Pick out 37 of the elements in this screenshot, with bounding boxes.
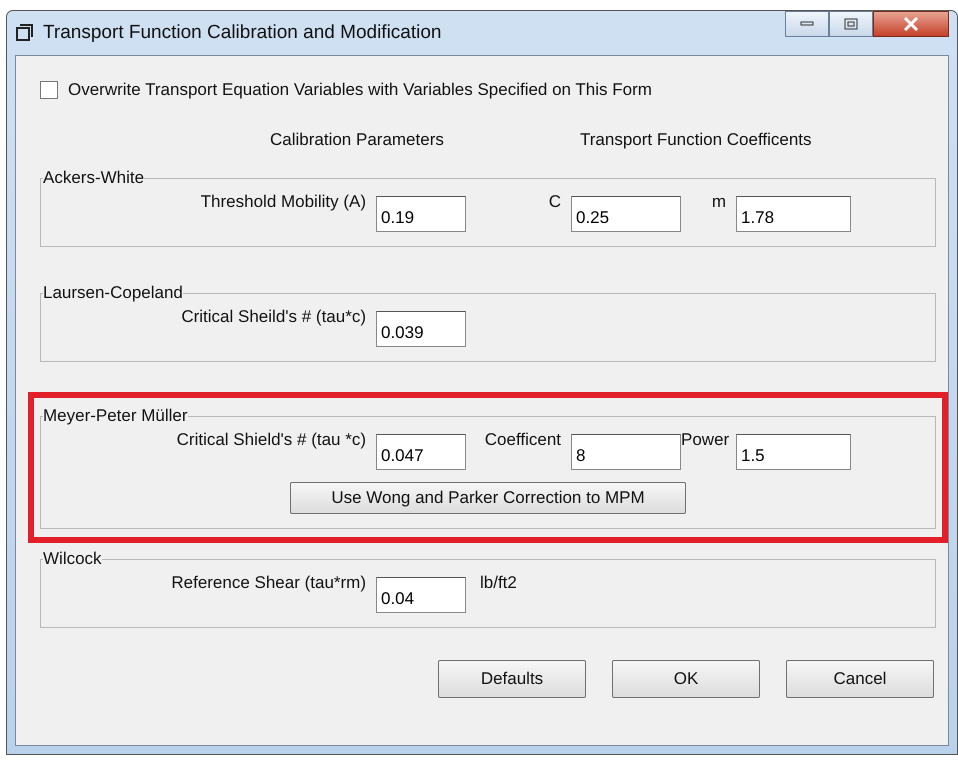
- maximize-button[interactable]: [829, 11, 873, 37]
- close-button[interactable]: [873, 11, 949, 37]
- input-field[interactable]: 8: [571, 434, 681, 470]
- group-title: Wilcock: [43, 549, 102, 569]
- correction-button[interactable]: Use Wong and Parker Correction to MPM: [290, 482, 686, 514]
- field-label: Power: [681, 430, 730, 450]
- checkbox-label: Overwrite Transport Equation Variables with Variables Specified on This Form: [68, 80, 652, 100]
- group-title: Meyer-Peter Müller: [43, 406, 188, 426]
- input-field[interactable]: 0.19: [376, 196, 466, 232]
- unit-label: lb/ft2: [479, 573, 518, 593]
- input-field[interactable]: 0.039: [376, 311, 466, 347]
- window-icon: [15, 24, 35, 42]
- dialog-button[interactable]: Cancel: [786, 660, 934, 698]
- field-label: Reference Shear (tau*rm): [170, 573, 367, 593]
- field-label: C: [548, 192, 562, 212]
- input-field[interactable]: 1.78: [736, 196, 851, 232]
- field-label: Threshold Mobility (A): [200, 192, 367, 212]
- input-field[interactable]: 0.04: [376, 577, 466, 613]
- column-header: Transport Function Coefficents: [580, 130, 812, 150]
- input-field[interactable]: 0.25: [571, 196, 681, 232]
- overwrite-checkbox[interactable]: [40, 81, 58, 99]
- field-label: Coefficent: [484, 430, 562, 450]
- group-title: Laursen-Copeland: [43, 283, 183, 303]
- group-title: Ackers-White: [43, 168, 144, 188]
- maximize-icon: [844, 18, 858, 30]
- dialog-button[interactable]: OK: [612, 660, 760, 698]
- minimize-button[interactable]: [785, 11, 829, 37]
- field-label: Critical Sheild's # (tau*c): [180, 307, 367, 327]
- field-label: Critical Shield's # (tau *c): [176, 430, 367, 450]
- window-title: Transport Function Calibration and Modification: [43, 22, 442, 44]
- input-field[interactable]: 1.5: [736, 434, 851, 470]
- field-label: m: [710, 192, 727, 212]
- dialog-button[interactable]: Defaults: [438, 660, 586, 698]
- input-field[interactable]: 0.047: [376, 434, 466, 470]
- column-header: Calibration Parameters: [270, 130, 445, 150]
- minimize-icon: [800, 21, 814, 27]
- close-icon: [903, 17, 919, 31]
